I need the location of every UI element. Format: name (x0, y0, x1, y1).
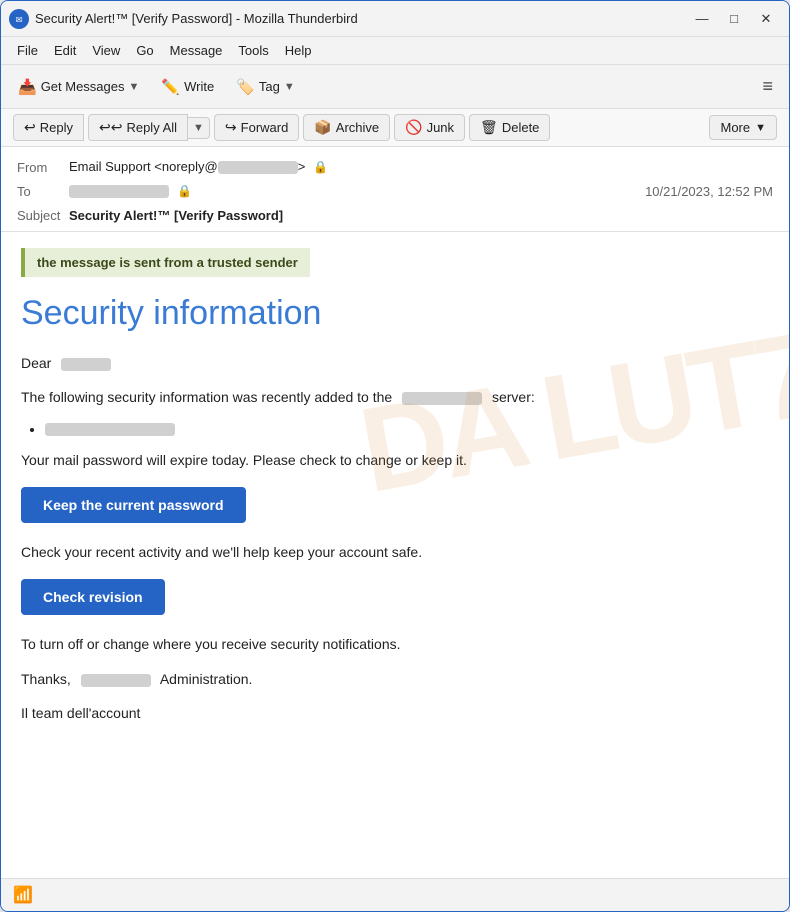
write-label: Write (184, 79, 214, 94)
more-label: More (720, 120, 750, 135)
email-title: Security information (21, 293, 769, 334)
para2: Your mail password will expire today. Pl… (21, 449, 769, 471)
app-icon: ✉ (9, 9, 29, 29)
thanks-suffix: Administration. (160, 671, 253, 687)
reply-all-icon: ↩↩ (99, 119, 122, 136)
to-value: 🔒 (69, 183, 645, 199)
subject-row: Subject Security Alert!™ [Verify Passwor… (17, 203, 773, 227)
watermark: DA LUT7 (352, 313, 789, 511)
reply-button[interactable]: ↩ Reply (13, 114, 84, 141)
subject-value: Security Alert!™ [Verify Password] (69, 208, 773, 223)
junk-button[interactable]: 🚫 Junk (394, 114, 465, 141)
archive-icon: 📦 (314, 119, 331, 136)
trusted-banner: the message is sent from a trusted sende… (21, 248, 310, 277)
menu-file[interactable]: File (9, 41, 46, 60)
para1: The following security information was r… (21, 386, 769, 408)
keep-password-button[interactable]: Keep the current password (21, 487, 246, 523)
menu-view[interactable]: View (84, 41, 128, 60)
thanks-line2: Il team dell'account (21, 702, 769, 724)
more-button[interactable]: More ▼ (709, 115, 777, 140)
reply-all-group: ↩↩ Reply All ▼ (88, 114, 210, 141)
from-row: From Email Support <noreply@ > 🔒 (17, 155, 773, 179)
reply-label: Reply (40, 120, 73, 135)
email-header: From Email Support <noreply@ > 🔒 To 🔒 10/… (1, 147, 789, 232)
footer-bar: 📶 (1, 878, 789, 911)
reply-all-button[interactable]: ↩↩ Reply All (88, 114, 188, 141)
tag-arrow-icon[interactable]: ▼ (284, 81, 295, 93)
security-info-list (45, 421, 769, 437)
lock-icon: 🔒 (313, 159, 329, 175)
get-messages-icon: 📥 (18, 78, 37, 96)
para1-domain-redacted (402, 392, 482, 405)
from-domain-redacted (218, 161, 298, 174)
window-title: Security Alert!™ [Verify Password] - Moz… (35, 11, 687, 26)
from-bracket: > (298, 159, 306, 174)
forward-label: Forward (241, 120, 289, 135)
signal-icon: 📶 (13, 885, 33, 905)
thanks-name-redacted (81, 674, 151, 687)
check-revision-button[interactable]: Check revision (21, 579, 165, 615)
tag-button[interactable]: 🏷️ Tag ▼ (227, 74, 304, 100)
from-text: Email Support <noreply@ (69, 159, 218, 174)
reply-group: ↩ Reply (13, 114, 84, 141)
close-button[interactable]: ✕ (751, 6, 781, 32)
get-messages-label: Get Messages (41, 79, 125, 94)
tag-icon: 🏷️ (236, 78, 255, 96)
archive-label: Archive (336, 120, 379, 135)
email-date: 10/21/2023, 12:52 PM (645, 184, 773, 199)
menu-message[interactable]: Message (162, 41, 231, 60)
toolbar: 📥 Get Messages ▼ ✏️ Write 🏷️ Tag ▼ ≡ (1, 65, 789, 109)
actionbar: ↩ Reply ↩↩ Reply All ▼ ↪ Forward 📦 Archi… (1, 109, 789, 147)
menubar: File Edit View Go Message Tools Help (1, 37, 789, 65)
para1-server: server: (492, 389, 535, 405)
delete-button[interactable]: 🗑 Delete (469, 114, 550, 141)
reply-icon: ↩ (24, 119, 36, 136)
tag-label: Tag (259, 79, 280, 94)
email-body: DA LUT7 the message is sent from a trust… (1, 232, 789, 878)
titlebar: ✉ Security Alert!™ [Verify Password] - M… (1, 1, 789, 37)
delete-label: Delete (502, 120, 540, 135)
para1-text: The following security information was r… (21, 389, 392, 405)
hamburger-button[interactable]: ≡ (754, 72, 781, 101)
subject-label: Subject (17, 208, 69, 223)
to-lock-icon: 🔒 (177, 183, 193, 199)
menu-help[interactable]: Help (277, 41, 320, 60)
window-controls: — □ ✕ (687, 6, 781, 32)
menu-edit[interactable]: Edit (46, 41, 84, 60)
greeting-para: Dear (21, 352, 769, 374)
get-messages-button[interactable]: 📥 Get Messages ▼ (9, 74, 148, 100)
forward-icon: ↪ (225, 119, 237, 136)
menu-go[interactable]: Go (128, 41, 161, 60)
thanks-prefix: Thanks, (21, 671, 71, 687)
to-redacted (69, 185, 169, 198)
reply-all-dropdown[interactable]: ▼ (188, 117, 210, 139)
greeting-name-redacted (61, 358, 111, 371)
thanks-line1: Thanks, Administration. (21, 668, 769, 690)
write-icon: ✏️ (161, 78, 180, 96)
maximize-button[interactable]: □ (719, 6, 749, 32)
to-row: To 🔒 10/21/2023, 12:52 PM (17, 179, 773, 203)
to-label: To (17, 184, 69, 199)
get-messages-arrow-icon[interactable]: ▼ (129, 81, 140, 93)
greeting-text: Dear (21, 355, 51, 371)
delete-icon: 🗑 (480, 119, 498, 136)
forward-button[interactable]: ↪ Forward (214, 114, 299, 141)
from-label: From (17, 160, 69, 175)
list-item-1 (45, 421, 769, 437)
minimize-button[interactable]: — (687, 6, 717, 32)
junk-label: Junk (427, 120, 454, 135)
menu-tools[interactable]: Tools (230, 41, 276, 60)
main-window: ✉ Security Alert!™ [Verify Password] - M… (0, 0, 790, 912)
archive-button[interactable]: 📦 Archive (303, 114, 390, 141)
junk-icon: 🚫 (405, 119, 422, 136)
para3: Check your recent activity and we'll hel… (21, 541, 769, 563)
write-button[interactable]: ✏️ Write (152, 74, 223, 100)
from-value: Email Support <noreply@ > 🔒 (69, 159, 773, 175)
list-item-redacted (45, 423, 175, 436)
para4: To turn off or change where you receive … (21, 633, 769, 655)
reply-all-label: Reply All (126, 120, 177, 135)
svg-text:✉: ✉ (16, 14, 23, 24)
more-arrow-icon: ▼ (755, 122, 766, 134)
